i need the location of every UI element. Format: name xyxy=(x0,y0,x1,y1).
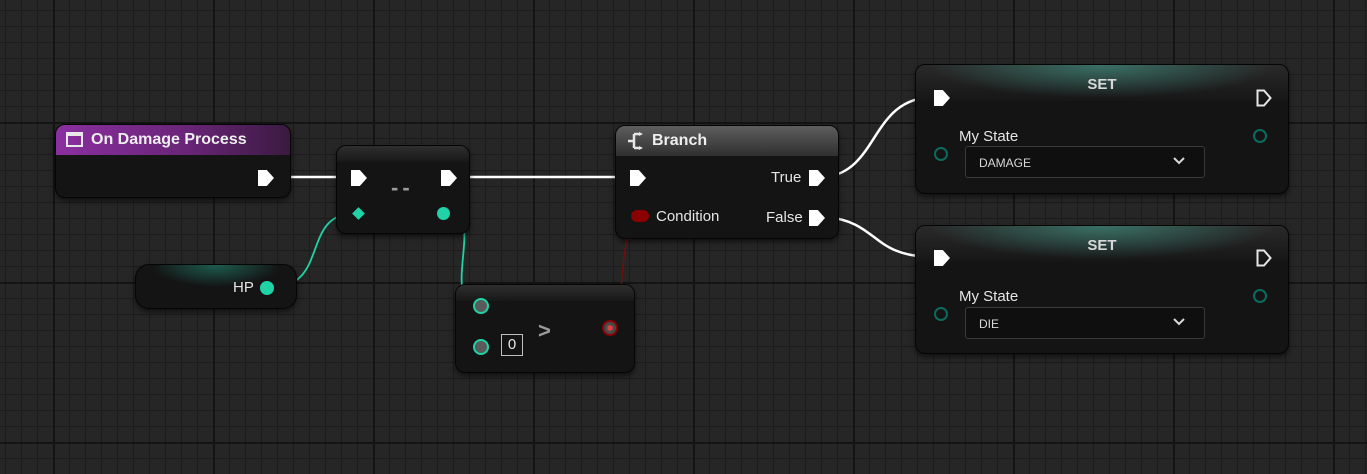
set-state-dropdown[interactable]: DAMAGE xyxy=(965,146,1205,178)
event-node-title: On Damage Process xyxy=(91,131,247,148)
decrement-exec-out-pin[interactable] xyxy=(441,170,457,186)
decrement-int-out-pin[interactable] xyxy=(437,207,450,220)
set-node-header: SET xyxy=(916,65,1288,101)
decrement-node-header xyxy=(337,146,469,162)
event-node-on-damage-process[interactable]: On Damage Process xyxy=(55,124,291,198)
branch-false-exec-pin[interactable] xyxy=(809,210,825,226)
compare-b-in-pin[interactable] xyxy=(473,339,489,355)
set-state-selected: DAMAGE xyxy=(979,156,1032,170)
set-exec-out-pin[interactable] xyxy=(1256,89,1272,107)
set-enum-out-pin[interactable] xyxy=(1253,289,1267,303)
set-node-damage[interactable]: SET My State DAMAGE xyxy=(915,64,1289,194)
compare-b-value-input[interactable]: 0 xyxy=(501,334,523,356)
chevron-down-icon xyxy=(1173,157,1185,165)
set-state-selected: DIE xyxy=(979,317,1000,331)
branch-icon xyxy=(628,132,643,150)
branch-condition-pin[interactable] xyxy=(631,210,649,222)
branch-node[interactable]: Branch True Condition False xyxy=(615,125,839,239)
set-variable-label: My State xyxy=(959,288,1019,305)
set-node-title: SET xyxy=(1087,237,1117,254)
hp-variable-node[interactable]: HP xyxy=(135,264,297,309)
decrement-symbol: -- xyxy=(391,175,414,200)
set-node-die[interactable]: SET My State DIE xyxy=(915,225,1289,354)
event-node-header: On Damage Process xyxy=(56,125,290,155)
event-exec-out-pin[interactable] xyxy=(258,170,274,186)
hp-out-pin[interactable] xyxy=(260,281,274,295)
set-enum-in-pin[interactable] xyxy=(934,307,948,321)
branch-condition-label: Condition xyxy=(656,208,720,225)
branch-node-title: Branch xyxy=(652,132,708,149)
set-exec-out-pin[interactable] xyxy=(1256,249,1272,267)
set-enum-in-pin[interactable] xyxy=(934,147,948,161)
decrement-exec-in-pin[interactable] xyxy=(351,170,367,186)
compare-symbol: > xyxy=(538,318,551,343)
branch-true-exec-pin[interactable] xyxy=(809,170,825,186)
branch-false-label: False xyxy=(766,209,803,226)
branch-true-label: True xyxy=(771,169,802,186)
branch-node-header: Branch xyxy=(616,126,838,156)
compare-a-in-pin[interactable] xyxy=(473,298,489,314)
set-enum-out-pin[interactable] xyxy=(1253,129,1267,143)
set-state-dropdown[interactable]: DIE xyxy=(965,307,1205,339)
set-node-title: SET xyxy=(1087,76,1117,93)
set-variable-label: My State xyxy=(959,128,1019,145)
set-node-header: SET xyxy=(916,226,1288,262)
event-icon xyxy=(66,132,83,147)
compare-bool-out-pin[interactable] xyxy=(602,320,618,336)
decrement-int-in-pin[interactable] xyxy=(352,207,365,220)
decrement-node[interactable]: -- xyxy=(336,145,470,234)
hp-variable-label: HP xyxy=(233,279,254,296)
branch-exec-in-pin[interactable] xyxy=(630,170,646,186)
chevron-down-icon xyxy=(1173,318,1185,326)
compare-node[interactable]: 0 > xyxy=(455,284,635,373)
